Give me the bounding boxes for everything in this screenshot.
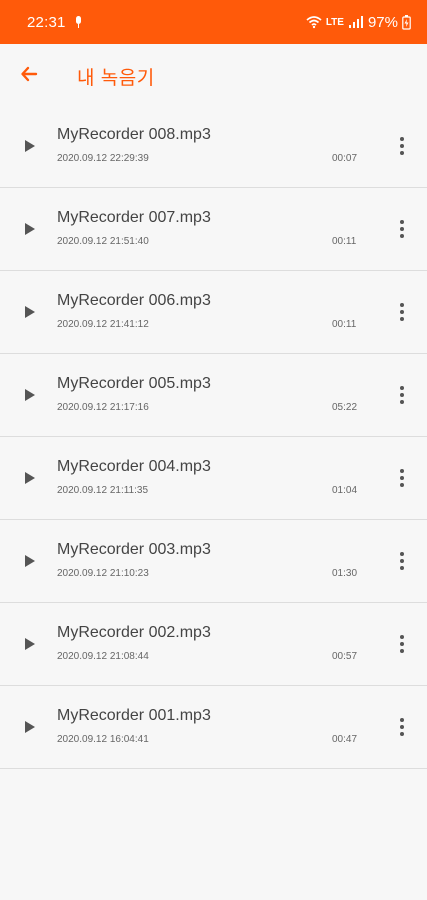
play-icon <box>25 638 35 650</box>
recording-date: 2020.09.12 21:10:23 <box>57 568 149 579</box>
recordings-list: MyRecorder 008.mp3 2020.09.12 22:29:39 00:… <box>0 105 427 769</box>
recording-date: 2020.09.12 21:08:44 <box>57 651 149 662</box>
more-vert-icon-dot <box>400 725 404 729</box>
play-button[interactable] <box>18 384 40 406</box>
play-icon <box>25 223 35 235</box>
more-vert-icon-dot <box>400 559 404 563</box>
more-options-button[interactable] <box>394 466 410 490</box>
play-button[interactable] <box>18 716 40 738</box>
more-vert-icon-dot <box>400 566 404 570</box>
more-vert-icon-dot <box>400 310 404 314</box>
more-vert-icon-dot <box>400 483 404 487</box>
more-vert-icon-dot <box>400 234 404 238</box>
more-vert-icon-dot <box>400 642 404 646</box>
recording-date: 2020.09.12 21:11:35 <box>57 485 149 496</box>
recording-item[interactable]: MyRecorder 007.mp3 2020.09.12 21:51:40 00:… <box>0 188 427 271</box>
more-vert-icon-dot <box>400 393 404 397</box>
play-icon <box>25 389 35 401</box>
recording-name: MyRecorder 008.mp3 <box>57 126 211 143</box>
signal-icon <box>348 15 364 29</box>
more-vert-icon-dot <box>400 476 404 480</box>
recording-duration: 00:11 <box>332 236 357 247</box>
recording-name: MyRecorder 004.mp3 <box>57 458 211 475</box>
more-vert-icon-dot <box>400 144 404 148</box>
recording-name: MyRecorder 007.mp3 <box>57 209 211 226</box>
status-right: LTE 97% <box>306 14 411 31</box>
recording-duration: 00:11 <box>332 319 357 330</box>
recording-name: MyRecorder 005.mp3 <box>57 375 211 392</box>
more-vert-icon-dot <box>400 227 404 231</box>
play-icon <box>25 721 35 733</box>
recording-item[interactable]: MyRecorder 003.mp3 2020.09.12 21:10:23 01:… <box>0 520 427 603</box>
recording-date: 2020.09.12 21:17:16 <box>57 402 149 413</box>
more-vert-icon-dot <box>400 732 404 736</box>
more-vert-icon-dot <box>400 718 404 722</box>
more-vert-icon-dot <box>400 151 404 155</box>
more-options-button[interactable] <box>394 300 410 324</box>
more-vert-icon-dot <box>400 303 404 307</box>
more-vert-icon-dot <box>400 137 404 141</box>
back-button[interactable] <box>14 59 44 89</box>
more-vert-icon-dot <box>400 220 404 224</box>
more-options-button[interactable] <box>394 632 410 656</box>
more-options-button[interactable] <box>394 715 410 739</box>
play-icon <box>25 555 35 567</box>
more-vert-icon-dot <box>400 552 404 556</box>
recording-item[interactable]: MyRecorder 002.mp3 2020.09.12 21:08:44 00:… <box>0 603 427 686</box>
recording-duration: 00:47 <box>332 734 358 745</box>
recording-name: MyRecorder 002.mp3 <box>57 624 211 641</box>
recording-duration: 01:04 <box>332 485 358 496</box>
play-button[interactable] <box>18 301 40 323</box>
status-left: 22:31 <box>27 14 86 31</box>
network-type: LTE <box>325 16 344 28</box>
recording-item[interactable]: MyRecorder 005.mp3 2020.09.12 21:17:16 05:… <box>0 354 427 437</box>
more-vert-icon-dot <box>400 649 404 653</box>
more-options-button[interactable] <box>394 134 410 158</box>
arrow-left-icon <box>21 66 38 82</box>
play-button[interactable] <box>18 633 40 655</box>
wifi-icon <box>306 15 322 29</box>
more-vert-icon-dot <box>400 400 404 404</box>
recording-name: MyRecorder 006.mp3 <box>57 292 211 309</box>
recording-date: 2020.09.12 21:41:12 <box>57 319 149 330</box>
more-options-button[interactable] <box>394 383 410 407</box>
more-vert-icon-dot <box>400 386 404 390</box>
recording-duration: 00:07 <box>332 153 358 164</box>
recording-name: MyRecorder 001.mp3 <box>57 707 211 724</box>
play-button[interactable] <box>18 550 40 572</box>
recording-item[interactable]: MyRecorder 004.mp3 2020.09.12 21:11:35 01:… <box>0 437 427 520</box>
recording-name: MyRecorder 003.mp3 <box>57 541 211 558</box>
recording-duration: 05:22 <box>332 402 358 413</box>
app-bar: 내 녹음기 <box>0 44 427 105</box>
play-button[interactable] <box>18 467 40 489</box>
play-button[interactable] <box>18 218 40 240</box>
play-icon <box>25 140 35 152</box>
play-icon <box>25 472 35 484</box>
recording-date: 2020.09.12 22:29:39 <box>57 153 149 164</box>
recording-item[interactable]: MyRecorder 001.mp3 2020.09.12 16:04:41 00:… <box>0 686 427 769</box>
recording-item[interactable]: MyRecorder 006.mp3 2020.09.12 21:41:12 00:… <box>0 271 427 354</box>
status-bar: 22:31 LTE 97% <box>0 0 427 44</box>
recording-item[interactable]: MyRecorder 008.mp3 2020.09.12 22:29:39 00:… <box>0 105 427 188</box>
recording-date: 2020.09.12 16:04:41 <box>57 734 149 745</box>
recording-date: 2020.09.12 21:51:40 <box>57 236 149 247</box>
more-options-button[interactable] <box>394 217 410 241</box>
more-vert-icon-dot <box>400 469 404 473</box>
battery-percent: 97% <box>367 13 398 31</box>
battery-icon <box>402 14 411 30</box>
play-button[interactable] <box>18 135 40 157</box>
page-title: 내 녹음기 <box>77 68 155 89</box>
recording-duration: 00:57 <box>332 651 358 662</box>
play-icon <box>25 306 35 318</box>
more-vert-icon-dot <box>400 317 404 321</box>
more-vert-icon-dot <box>400 635 404 639</box>
mic-icon <box>72 15 86 29</box>
status-time: 22:31 <box>27 13 66 31</box>
recording-duration: 01:30 <box>332 568 358 579</box>
more-options-button[interactable] <box>394 549 410 573</box>
